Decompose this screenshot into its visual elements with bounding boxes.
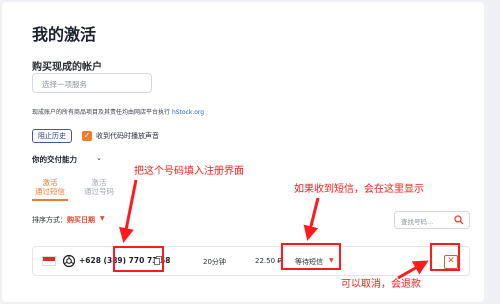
arrow-to-cancel — [397, 260, 429, 280]
annotation-arrows — [118, 179, 429, 280]
arrow-to-number — [118, 179, 138, 243]
arrow-to-status — [303, 197, 320, 241]
